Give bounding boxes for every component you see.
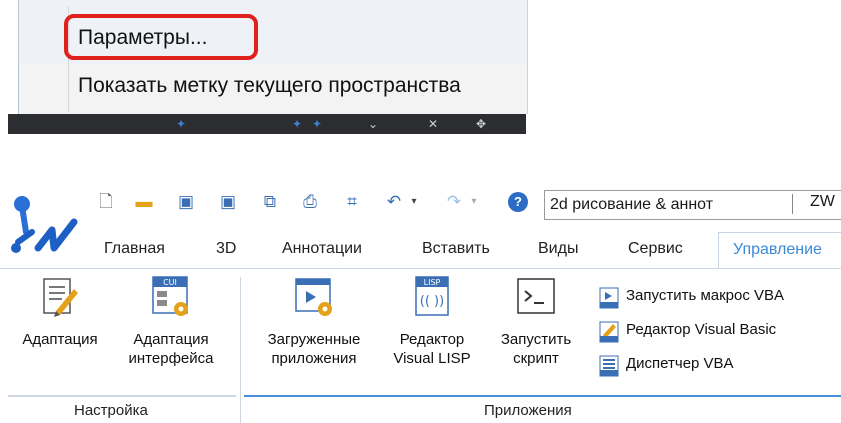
open-folder-icon[interactable]: ▬ xyxy=(134,192,154,212)
redo-icon[interactable]: ↷ xyxy=(444,192,464,212)
visual-lisp-editor-label-line2: Visual LISP xyxy=(393,350,471,367)
app-logo-icon xyxy=(11,196,78,253)
customize-ui-button[interactable]: CUI Адаптация интерфейса xyxy=(116,275,226,368)
lisp-icon: LISP (( )) xyxy=(415,276,449,316)
undo-icon[interactable]: ↶ xyxy=(384,192,404,212)
application-window: 🗋 ▬ ▣ ▣ ⧉ ⎙ ⌗ ↶ ▾ ↷ ▾ ? 2d рисование & а… xyxy=(0,178,841,423)
workspace-select-value: 2d рисование & аннот xyxy=(550,196,714,213)
tab-views[interactable]: Виды xyxy=(538,240,578,258)
star-icon: ✦ xyxy=(292,117,303,131)
vba-manager-label: Диспетчер VBA xyxy=(626,355,734,372)
terminal-icon xyxy=(517,278,555,314)
lisp-icon-text: LISP xyxy=(424,278,441,287)
ribbon-panel: Адаптация CUI Адаптация интерфейса Загру… xyxy=(0,269,841,423)
move-icon: ✥ xyxy=(476,117,487,131)
visual-lisp-editor-button[interactable]: LISP (( )) Редактор Visual LISP xyxy=(384,275,480,368)
customize-ui-label-line1: Адаптация xyxy=(133,331,209,348)
visual-lisp-editor-label: Редактор Visual LISP xyxy=(384,330,480,368)
zoom-extents-icon[interactable]: ⌗ xyxy=(342,192,362,212)
new-file-icon[interactable]: 🗋 xyxy=(96,192,116,212)
star-icon: ✦ xyxy=(312,117,323,131)
star-icon: ✦ xyxy=(176,117,187,131)
loaded-apps-label: Загруженные приложения xyxy=(252,330,376,368)
ribbon-tabs: Главная 3D Аннотации Вставить Виды Серви… xyxy=(92,232,841,268)
run-script-button[interactable]: Запустить скрипт xyxy=(488,275,584,368)
tab-insert[interactable]: Вставить xyxy=(422,240,490,258)
vba-run-icon xyxy=(599,287,619,309)
run-script-label-line2: скрипт xyxy=(513,350,559,367)
group-label-customize: Настройка xyxy=(74,402,148,419)
run-script-label-line1: Запустить xyxy=(500,331,572,348)
context-menu: Параметры... Показать метку текущего про… xyxy=(8,0,528,134)
redo-dropdown-icon[interactable]: ▾ xyxy=(464,192,484,212)
tab-annotations[interactable]: Аннотации xyxy=(282,240,362,258)
undo-dropdown-icon[interactable]: ▾ xyxy=(404,192,424,212)
tab-manage-label: Управление xyxy=(733,241,822,258)
svg-text:(( )): (( )) xyxy=(420,294,444,309)
qat-separator xyxy=(792,194,793,214)
help-icon[interactable]: ? xyxy=(508,192,528,212)
vba-manager-icon xyxy=(599,355,619,377)
menu-item-show-space-label[interactable]: Показать метку текущего пространства xyxy=(78,74,461,98)
tab-manage[interactable]: Управление xyxy=(718,232,841,268)
loaded-apps-icon xyxy=(295,278,332,316)
cross-icon: ✕ xyxy=(428,117,439,131)
qat-overflow-text: ZW xyxy=(810,193,835,210)
run-script-label: Запустить скрипт xyxy=(488,330,584,368)
chevron-icon: ⌄ xyxy=(368,117,379,131)
loaded-apps-label-line2: приложения xyxy=(271,350,357,367)
workspace-select[interactable]: 2d рисование & аннот ▼ xyxy=(544,190,841,220)
vba-editor-icon xyxy=(599,321,619,343)
cui-icon: CUI xyxy=(152,276,188,316)
layers-icon[interactable]: ⧉ xyxy=(260,192,280,212)
underlying-toolbar-strip: ✦ ✦ ✦ ⌄ ✕ ✥ xyxy=(8,114,526,134)
cui-icon-text: CUI xyxy=(163,278,177,287)
customize-button[interactable]: Адаптация xyxy=(12,275,108,349)
group-separator xyxy=(240,277,241,423)
group-label-applications: Приложения xyxy=(484,402,572,419)
customize-ui-label: Адаптация интерфейса xyxy=(116,330,226,368)
run-vba-macro-label: Запустить макрос VBA xyxy=(626,287,785,304)
quick-access-toolbar: 🗋 ▬ ▣ ▣ ⧉ ⎙ ⌗ ↶ ▾ ↷ ▾ ? 2d рисование & а… xyxy=(92,188,841,220)
save-icon[interactable]: ▣ xyxy=(176,192,196,212)
customize-ui-label-line2: интерфейса xyxy=(128,350,214,367)
customize-icon xyxy=(43,278,78,317)
customize-label: Адаптация xyxy=(22,331,98,348)
loaded-apps-button[interactable]: Загруженные приложения xyxy=(252,275,376,368)
loaded-apps-label-line1: Загруженные xyxy=(267,331,361,348)
red-highlight-frame xyxy=(64,14,258,60)
print-icon[interactable]: ⎙ xyxy=(300,192,320,212)
visual-basic-editor-label: Редактор Visual Basic xyxy=(626,321,777,338)
tab-3d[interactable]: 3D xyxy=(216,240,236,258)
save-as-icon[interactable]: ▣ xyxy=(218,192,238,212)
tab-home[interactable]: Главная xyxy=(104,240,165,258)
visual-lisp-editor-label-line1: Редактор xyxy=(399,331,465,348)
tab-tools[interactable]: Сервис xyxy=(628,240,683,258)
